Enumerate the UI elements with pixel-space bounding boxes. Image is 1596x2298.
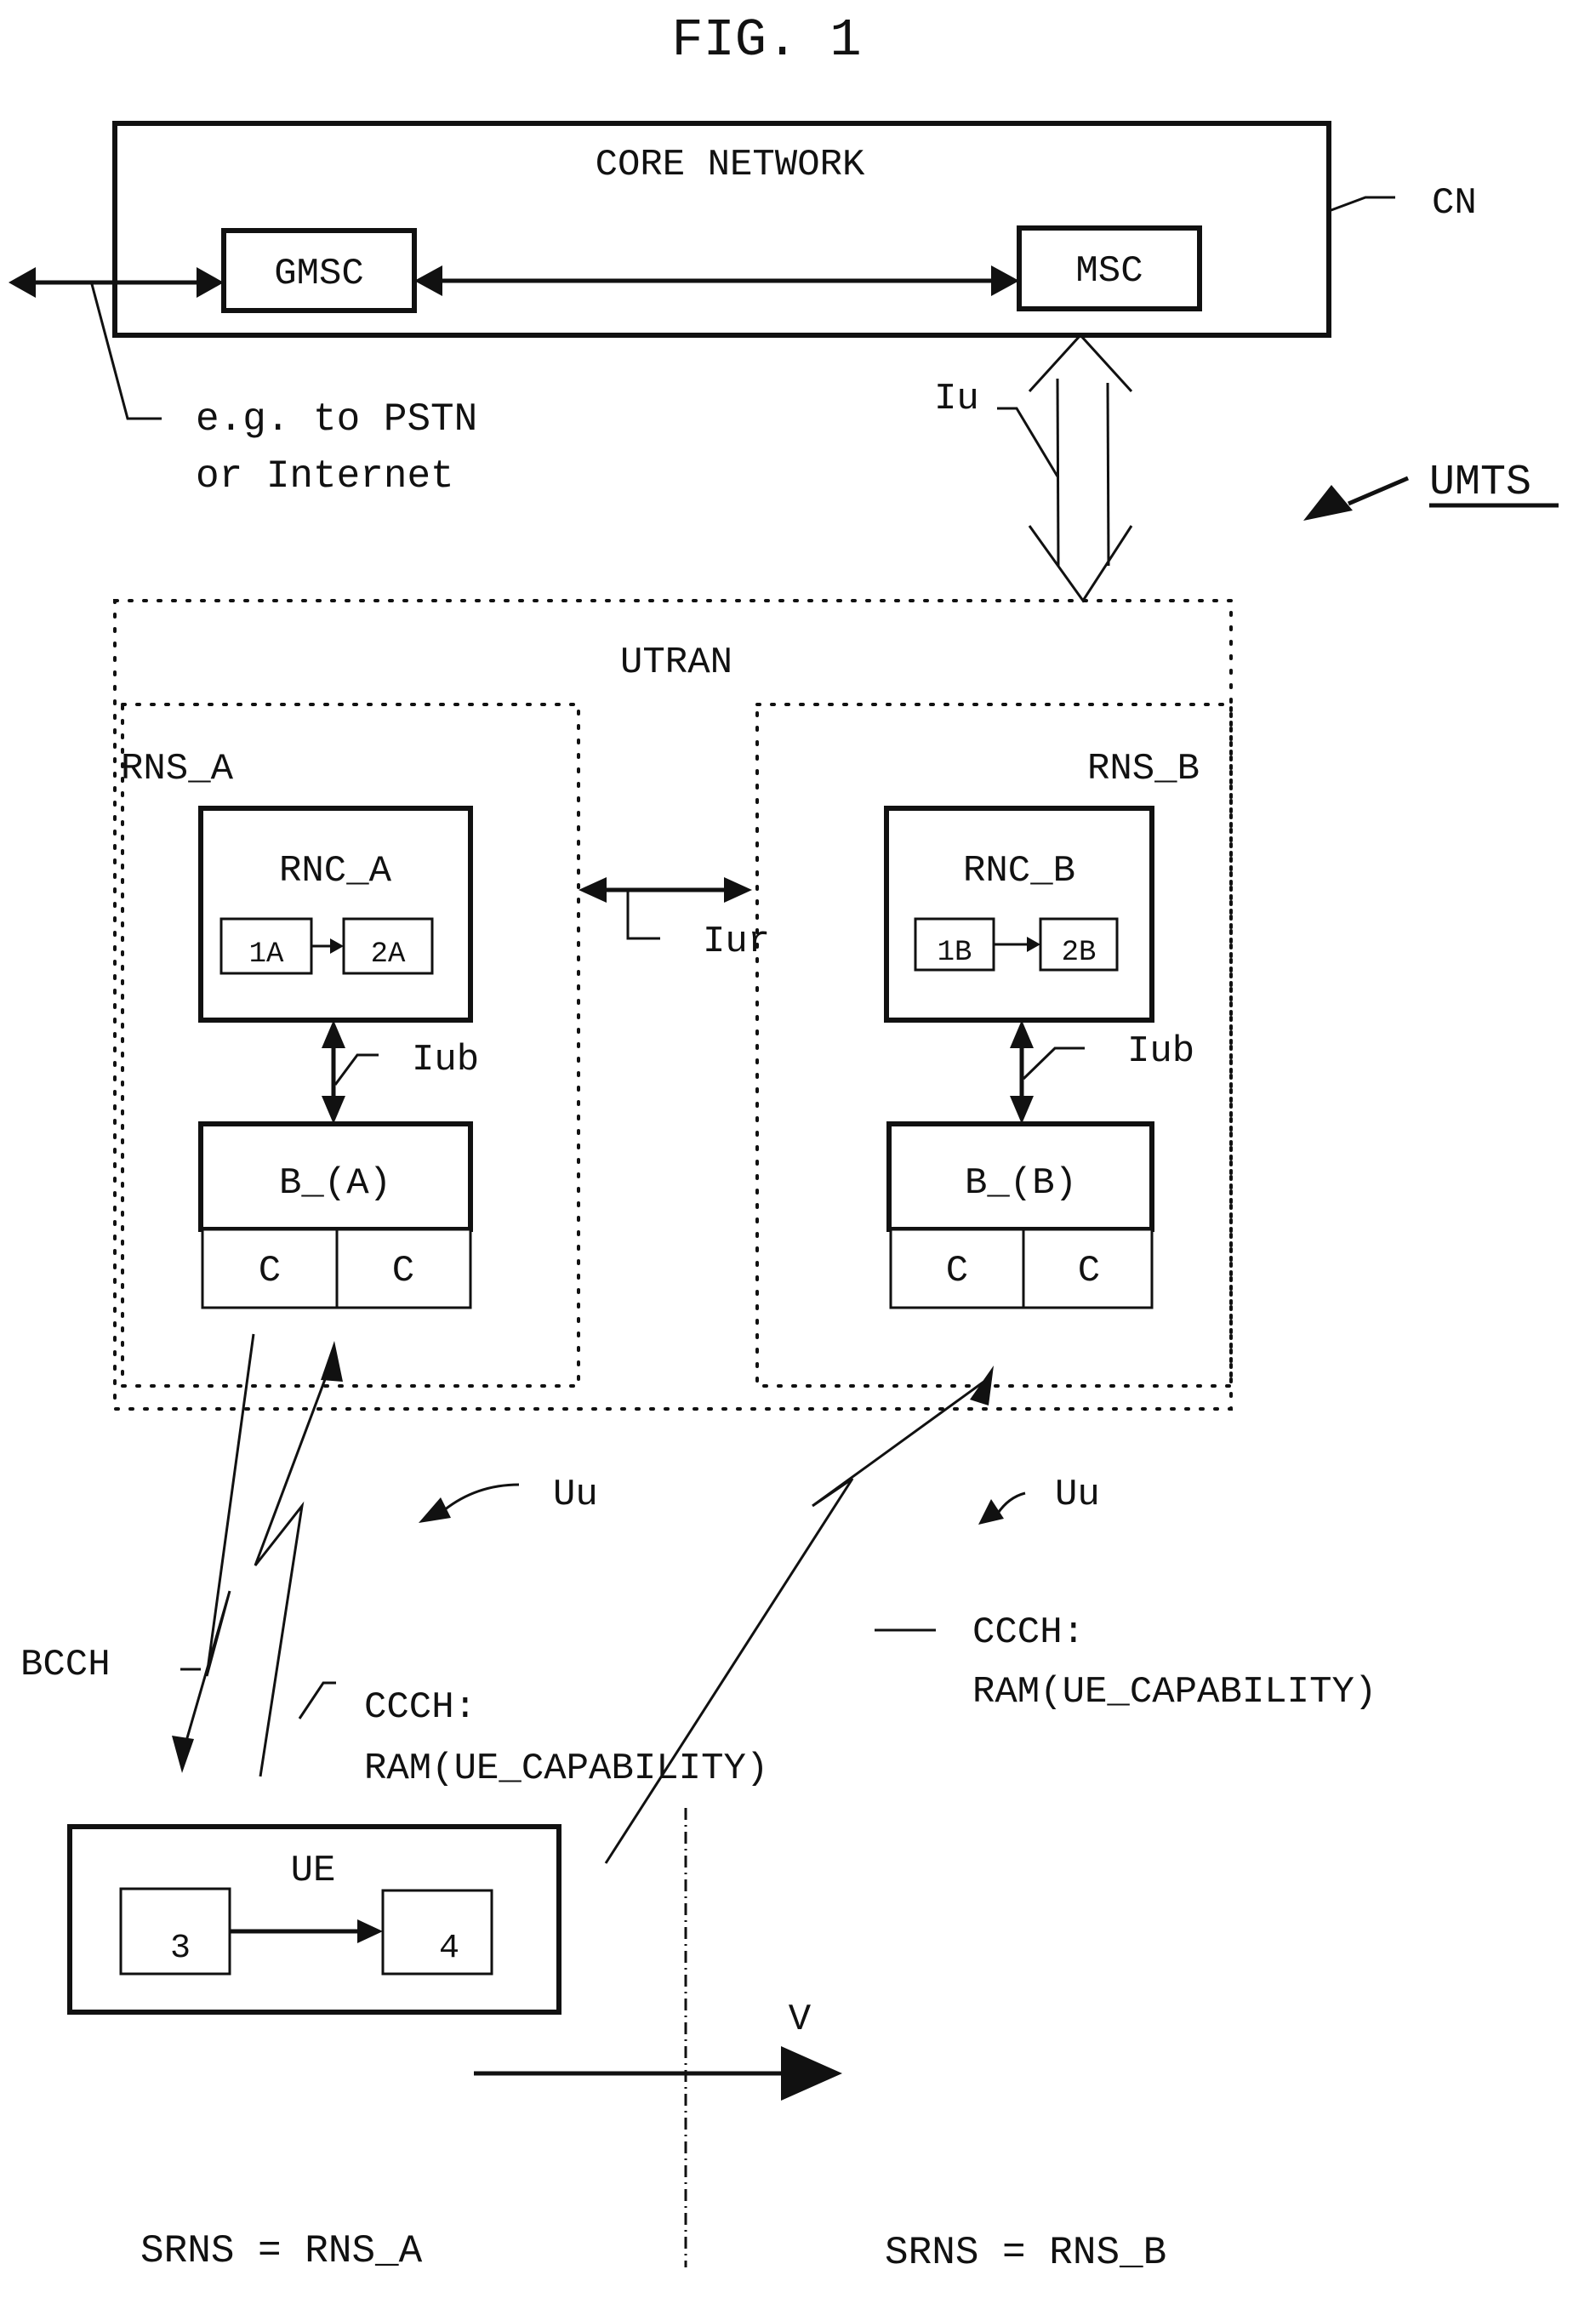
user-equipment: UE 3 4 bbox=[67, 1824, 561, 2015]
iu-head-top bbox=[1028, 333, 1133, 393]
ccch-right-link bbox=[604, 1377, 989, 1864]
umts-arrowhead-icon bbox=[1303, 485, 1353, 521]
velocity-label: V bbox=[789, 1999, 812, 2041]
arrowhead-icon bbox=[1010, 1096, 1034, 1124]
figure-title: FIG. 1 bbox=[671, 10, 861, 71]
iu-label: Iu bbox=[934, 378, 979, 420]
msc-label: MSC bbox=[1075, 250, 1143, 293]
iub-a-leader bbox=[333, 1053, 379, 1086]
patent-figure: FIG. 1 CORE NETWORK CN GMSC MSC e.g. to … bbox=[9, 10, 1559, 2275]
unit-2a-label: 2A bbox=[371, 938, 406, 971]
uu-left-curve bbox=[443, 1483, 520, 1512]
ccch-right-line1: CCCH: bbox=[972, 1611, 1085, 1654]
srns-left-label: SRNS = RNS_A bbox=[140, 2229, 423, 2273]
ccch-right-arrowhead-icon bbox=[970, 1366, 994, 1406]
rnc-b-label: RNC_B bbox=[963, 850, 1075, 892]
iub-a-label: Iub bbox=[412, 1039, 479, 1081]
iur-leader bbox=[626, 892, 660, 940]
cn-leader-line bbox=[1328, 196, 1395, 213]
iu-shaft-left bbox=[1056, 378, 1060, 567]
unit-1b-label: 1B bbox=[938, 937, 972, 969]
iub-b-leader bbox=[1022, 1046, 1085, 1081]
base-b-label: B_(B) bbox=[965, 1162, 1077, 1205]
umts-label: UMTS bbox=[1429, 459, 1531, 507]
ccch-left-arrowhead-icon bbox=[321, 1341, 343, 1382]
ccch-left-line2: RAM(UE_CAPABILITY) bbox=[364, 1748, 768, 1790]
rnc-a-label: RNC_A bbox=[279, 850, 392, 892]
unit-1a-label: 1A bbox=[249, 938, 284, 971]
rns-a-label: RNS_A bbox=[121, 748, 234, 790]
air-interface: BCCH CCCH: RAM(UE_CAPABILITY) CCCH: RAM(… bbox=[20, 1333, 1377, 1864]
uu-right-curve bbox=[995, 1491, 1026, 1515]
arrowhead-icon bbox=[322, 1020, 345, 1048]
ue-title: UE bbox=[291, 1850, 336, 1892]
iu-interface: Iu bbox=[934, 333, 1133, 603]
bcch-arrowhead-icon bbox=[172, 1736, 194, 1773]
rns-a: RNS_A RNC_A 1A 2A Iub B_(A) C C bbox=[121, 703, 580, 1388]
iu-shaft-right bbox=[1106, 382, 1110, 567]
cell-b2-label: C bbox=[1078, 1250, 1100, 1292]
cell-a1-label: C bbox=[259, 1250, 281, 1292]
unit-4-label: 4 bbox=[439, 1930, 459, 1968]
unit-4-box bbox=[381, 1889, 493, 1976]
cell-b1-label: C bbox=[946, 1250, 968, 1292]
arrowhead-icon bbox=[1010, 1020, 1034, 1048]
external-note-line1: e.g. to PSTN bbox=[196, 397, 477, 442]
ccch-right-line2: RAM(UE_CAPABILITY) bbox=[972, 1671, 1377, 1714]
iur-label: Iur bbox=[703, 921, 770, 963]
uu-left-label: Uu bbox=[553, 1474, 598, 1516]
external-note-line2: or Internet bbox=[196, 454, 454, 499]
iu-head-bottom bbox=[1028, 525, 1133, 603]
ccch-left-leader bbox=[298, 1681, 336, 1719]
utran: UTRAN RNS_A RNC_A 1A 2A Iub B_(A) C C Iu… bbox=[113, 599, 1233, 1411]
bcch-link bbox=[181, 1333, 255, 1753]
unit-3-label: 3 bbox=[170, 1930, 191, 1968]
core-network-title: CORE NETWORK bbox=[596, 144, 865, 186]
uu-right-label: Uu bbox=[1055, 1474, 1100, 1516]
arrowhead-icon bbox=[322, 1096, 345, 1124]
rns-b-label: RNS_B bbox=[1087, 748, 1200, 790]
rns-b: RNS_B RNC_B 1B 2B Iub B_(B) C C bbox=[755, 703, 1233, 1388]
base-a-label: B_(A) bbox=[279, 1162, 391, 1205]
iub-b-label: Iub bbox=[1127, 1030, 1194, 1073]
arrowhead-icon bbox=[724, 877, 752, 903]
gmsc-label: GMSC bbox=[274, 253, 364, 295]
uu-left-arrowhead-icon bbox=[419, 1497, 451, 1523]
cell-a2-label: C bbox=[392, 1250, 414, 1292]
umts-arrow-shaft bbox=[1348, 476, 1409, 506]
bcch-label: BCCH bbox=[20, 1644, 111, 1686]
rnc-b-box bbox=[884, 806, 1154, 1023]
arrowhead-icon bbox=[9, 267, 36, 298]
arrowhead-icon bbox=[579, 877, 607, 903]
cn-ref-label: CN bbox=[1432, 182, 1477, 225]
velocity-arrowhead-icon bbox=[781, 2046, 842, 2101]
ccch-left-link bbox=[254, 1360, 333, 1777]
umts-system-label: UMTS bbox=[1303, 459, 1559, 521]
core-network: CORE NETWORK CN GMSC MSC e.g. to PSTN or… bbox=[9, 121, 1477, 499]
unit-2b-label: 2B bbox=[1062, 937, 1097, 969]
iu-leader bbox=[997, 407, 1059, 477]
ccch-left-line1: CCCH: bbox=[364, 1686, 476, 1729]
iur-interface: Iur bbox=[579, 877, 770, 963]
rnc-a-box bbox=[198, 806, 473, 1023]
srns-right-label: SRNS = RNS_B bbox=[885, 2231, 1166, 2275]
utran-title: UTRAN bbox=[620, 642, 732, 684]
